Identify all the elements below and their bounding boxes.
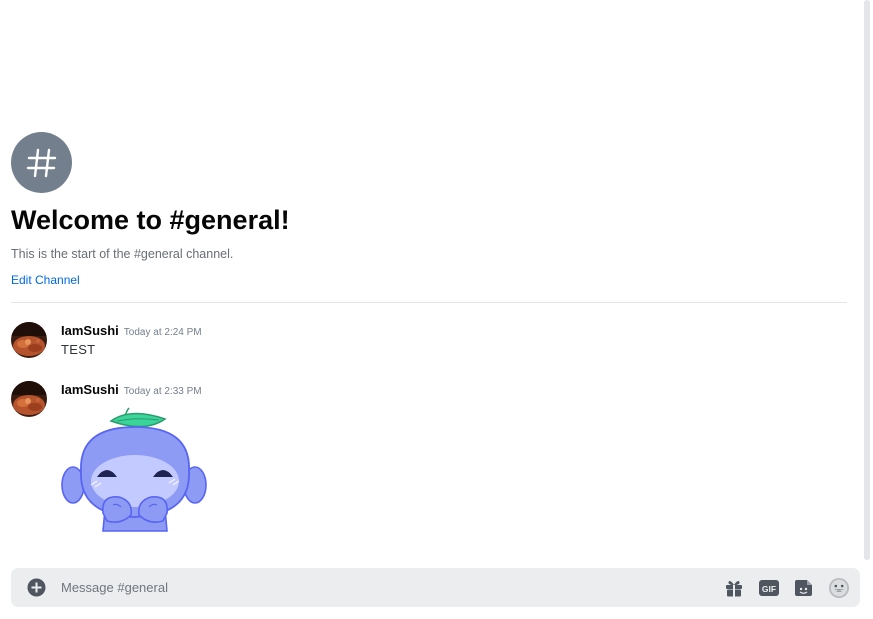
add-icon[interactable] — [27, 578, 46, 597]
hash-icon — [26, 148, 56, 177]
scrollbar-thumb[interactable] — [864, 0, 870, 560]
emoji-icon[interactable] — [828, 577, 850, 599]
avatar[interactable] — [11, 381, 47, 417]
composer-buttons: GIF — [723, 568, 850, 607]
message-header: IamSushi Today at 2:33 PM — [61, 381, 202, 399]
channel-hash-icon — [11, 132, 72, 193]
message-text: TEST — [61, 342, 96, 357]
message-header: IamSushi Today at 2:24 PM — [61, 322, 202, 340]
message-composer: GIF — [11, 568, 860, 607]
avatar[interactable] — [11, 322, 47, 358]
chat-view: Welcome to #general! This is the start o… — [0, 0, 873, 619]
message-input[interactable] — [61, 568, 701, 607]
divider — [11, 302, 847, 303]
channel-welcome: Welcome to #general! This is the start o… — [11, 132, 847, 289]
username[interactable]: IamSushi — [61, 323, 119, 338]
welcome-title: Welcome to #general! — [11, 205, 290, 235]
timestamp: Today at 2:33 PM — [123, 386, 202, 397]
welcome-subtitle: This is the start of the #general channe… — [11, 247, 234, 261]
username[interactable]: IamSushi — [61, 382, 119, 397]
gift-icon[interactable] — [723, 577, 745, 599]
wumpus-sticker[interactable] — [61, 405, 209, 533]
scrollbar[interactable] — [864, 0, 870, 560]
edit-channel-link[interactable]: Edit Channel — [11, 272, 80, 288]
timestamp: Today at 2:24 PM — [123, 327, 202, 338]
sticker-icon[interactable] — [793, 577, 815, 599]
gif-icon[interactable]: GIF — [758, 577, 780, 599]
svg-text:GIF: GIF — [762, 584, 776, 594]
